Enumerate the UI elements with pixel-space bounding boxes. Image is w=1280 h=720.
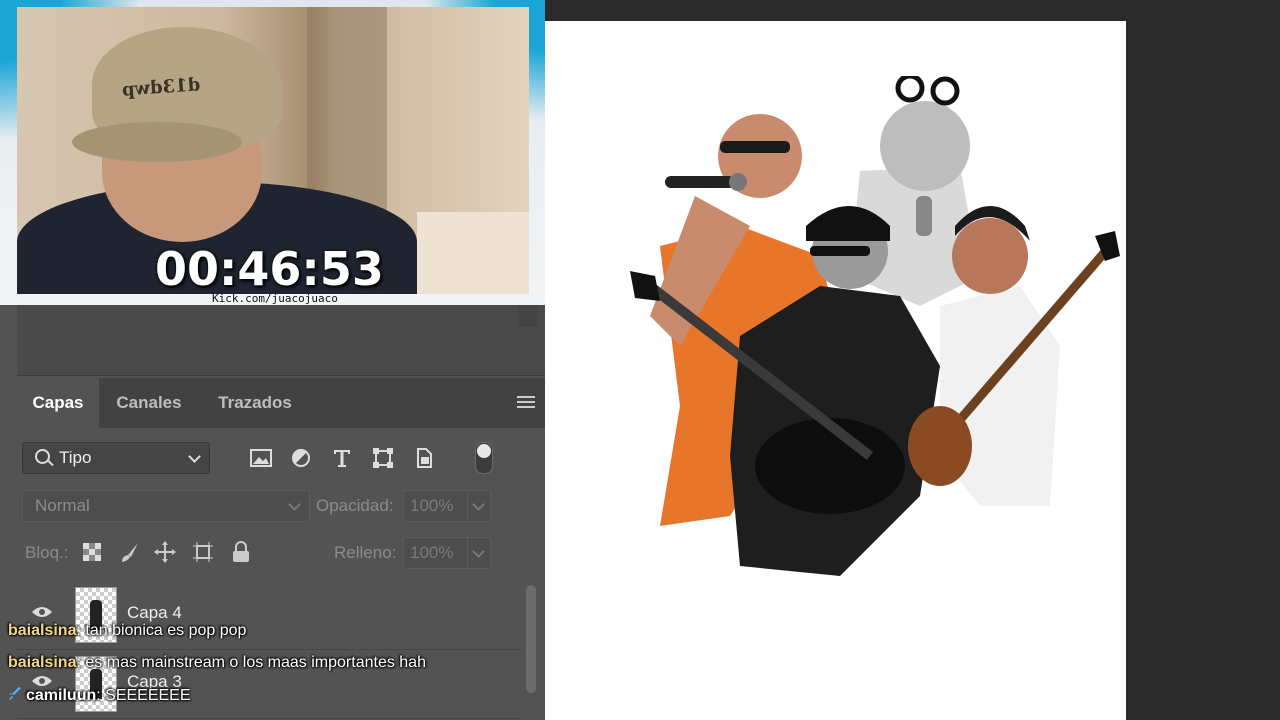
chat-text: es mas mainstream o los maas importantes…	[85, 654, 426, 671]
chat-username: baialsina	[8, 654, 77, 671]
opacity-field[interactable]: 100%	[403, 490, 491, 522]
fill-label: Relleno:	[334, 543, 397, 562]
chat-message: baialsina: tan bionica es pop pop	[8, 622, 247, 639]
chat-text: SEEEEEEE	[105, 687, 191, 704]
layer-filter-select[interactable]: Tipo	[22, 442, 210, 474]
smart-object-filter-icon[interactable]	[413, 448, 435, 468]
lock-transparent-pixels-icon[interactable]	[81, 541, 103, 563]
blend-mode-select[interactable]: Normal	[22, 490, 310, 522]
chevron-down-icon	[288, 498, 301, 511]
channel-url: Kick.com/juacojuaco	[212, 292, 338, 305]
image-filter-icon[interactable]	[250, 448, 272, 468]
layer-filter-value: Tipo	[59, 448, 92, 467]
search-icon	[35, 449, 50, 464]
shape-filter-icon[interactable]	[372, 448, 394, 468]
filter-toggle[interactable]	[475, 442, 493, 474]
lock-position-icon[interactable]	[154, 541, 176, 563]
chat-overlay: baialsina: tan bionica es pop pop baials…	[0, 620, 545, 720]
tab-capas[interactable]: Capas	[17, 378, 99, 428]
band-collage-artwork	[630, 76, 1120, 576]
lock-label: Bloq.:	[25, 543, 69, 562]
chat-message: baialsina: es mas mainstream o los maas …	[8, 654, 426, 671]
sword-icon	[9, 687, 21, 700]
opacity-label: Opacidad:	[316, 496, 394, 515]
chat-username: camiluun	[26, 687, 97, 704]
panel-header-strip	[17, 305, 545, 376]
opacity-value: 100%	[410, 496, 454, 515]
document-canvas[interactable]	[545, 21, 1126, 720]
shelf	[417, 212, 529, 294]
webcam-overlay: d13dwp 00:46:53 Kick.com/juacojuaco	[0, 0, 545, 305]
tab-canales[interactable]: Canales	[99, 378, 199, 428]
panel-menu-icon[interactable]	[517, 396, 535, 410]
chevron-down-icon	[188, 450, 201, 463]
lock-all-icon[interactable]	[230, 541, 252, 563]
fill-field[interactable]: 100%	[403, 537, 491, 569]
type-filter-icon[interactable]	[331, 448, 353, 468]
blend-mode-value: Normal	[35, 496, 90, 515]
adjustment-filter-icon[interactable]	[290, 448, 312, 468]
stream-timer: 00:46:53	[155, 242, 384, 296]
panel-tabs: Capas Canales Trazados	[17, 378, 545, 428]
lock-image-pixels-icon[interactable]	[119, 541, 141, 563]
chat-text: tan bionica es pop pop	[85, 622, 247, 639]
chat-username: baialsina	[8, 622, 77, 639]
cap-brim	[72, 122, 242, 162]
fill-value: 100%	[410, 543, 454, 562]
visibility-eye-icon[interactable]	[31, 605, 53, 619]
chat-message: camiluun: SEEEEEEE	[8, 687, 191, 705]
tab-trazados[interactable]: Trazados	[199, 378, 311, 428]
lock-artboard-icon[interactable]	[192, 541, 214, 563]
chevron-down-icon	[472, 545, 485, 558]
chevron-down-icon	[472, 498, 485, 511]
